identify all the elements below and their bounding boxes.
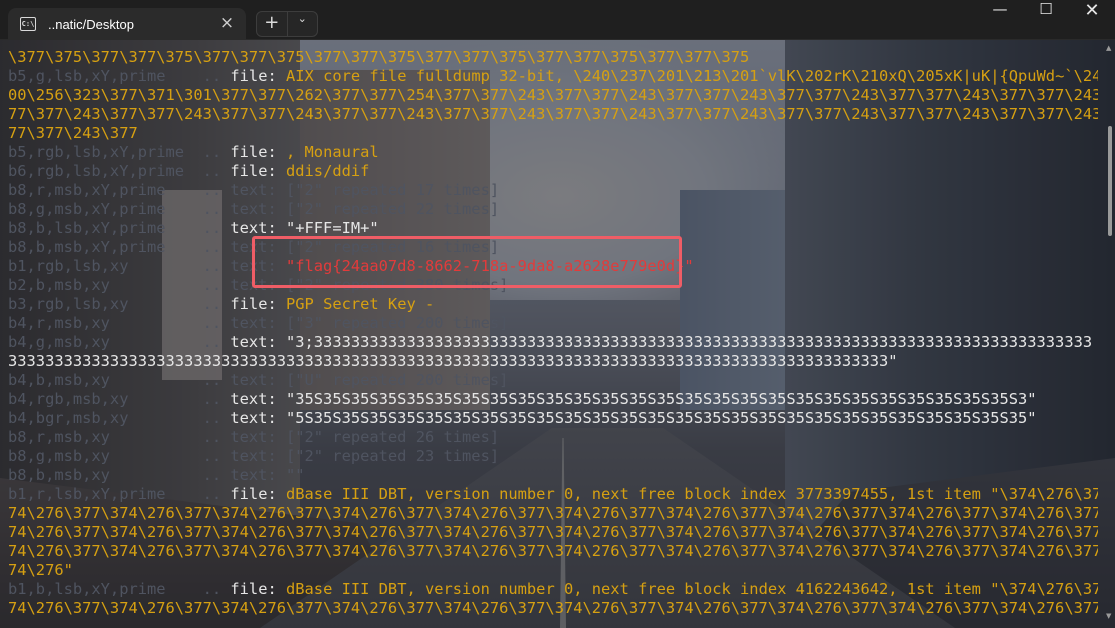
terminal-text-yl: 74\276" (8, 561, 73, 579)
terminal-line: 74\276\377\374\276\377\374\276\377\374\2… (8, 542, 1098, 561)
terminal-line: b5,rgb,lsb,xY,prime .. file: , Monaural (8, 143, 1098, 162)
terminal-line: 3333333333333333333333333333333333333333… (8, 352, 1098, 371)
maximize-button[interactable]: ☐ (1023, 0, 1069, 40)
terminal-text-yl: 74\276\377\374\276\377\374\276\377\374\2… (8, 523, 1098, 541)
tab-title: ..natic/Desktop (48, 16, 134, 32)
terminal-text-gy: b4,r,msb,xy .. text: ["3" repeated 200 t… (8, 314, 509, 332)
terminal-text-wh: file: (230, 485, 286, 503)
terminal-text-gy: b4,bgr,msb,xy .. (8, 409, 231, 427)
terminal-text-wh: file: (230, 143, 286, 161)
chevron-down-icon[interactable]: ⌄ (288, 12, 318, 36)
title-bar: C:\ ..natic/Desktop × + ⌄ — ☐ ✕ (0, 0, 1115, 40)
terminal-text-wh: file: (230, 67, 286, 85)
terminal-text-yl: 77\377\243\377 (8, 124, 138, 142)
terminal-text-yl: 74\276\377\374\276\377\374\276\377\374\2… (8, 599, 1098, 617)
new-tab-group: + ⌄ (256, 11, 318, 37)
flag-highlight-box (252, 236, 682, 288)
terminal-text-yl: 00\256\323\377\371\301\377\377\262\377\3… (8, 86, 1098, 104)
terminal-text-gy: b4,b,msb,xy .. text: ["U" repeated 200 t… (8, 371, 509, 389)
terminal-text-gy: b1,rgb,lsb,xy .. text: (8, 257, 286, 275)
terminal-line: b1,b,lsb,xY,prime .. file: dBase III DBT… (8, 580, 1098, 599)
terminal-line: b8,r,msb,xY,prime .. text: ["2" repeated… (8, 181, 1098, 200)
terminal-text-wh: 3333333333333333333333333333333333333333… (8, 352, 898, 370)
tab-close-icon[interactable]: × (218, 14, 236, 32)
terminal-line: 77\377\243\377\377\243\377\377\243\377\3… (8, 105, 1098, 124)
terminal-line: b4,b,msb,xy .. text: ["U" repeated 200 t… (8, 371, 1098, 390)
terminal-text-gy: b8,b,msb,xy .. text: "" (8, 466, 305, 484)
terminal-line: b1,r,lsb,xY,prime .. file: dBase III DBT… (8, 485, 1098, 504)
minimize-button[interactable]: — (977, 0, 1023, 40)
terminal-text-gy: b8,g,msb,xY,prime .. text: ["2" repeated… (8, 200, 500, 218)
terminal-text-wh: file: (230, 162, 286, 180)
terminal-text-wh: text: "35S35S35S35S35S35S35S35S35S35S35S… (230, 390, 1037, 408)
terminal-output[interactable]: \377\375\377\377\375\377\377\375\377\377… (8, 48, 1098, 628)
terminal-icon: C:\ (20, 17, 36, 31)
terminal-text-yl: dBase III DBT, version number 0, next fr… (286, 485, 1098, 503)
terminal-line: b4,g,msb,xy .. text: "3;3333333333333333… (8, 333, 1098, 352)
terminal-text-wh: text: "5S35S35S35S35S35S35S35S35S35S35S3… (230, 409, 1037, 427)
terminal-text-gy: b5,g,lsb,xY,prime .. (8, 67, 231, 85)
terminal-text-yl: ddis/ddif (286, 162, 370, 180)
terminal-line: 00\256\323\377\371\301\377\377\262\377\3… (8, 86, 1098, 105)
scroll-down-icon[interactable]: ▼ (1106, 612, 1114, 620)
terminal-text-gy: b5,rgb,lsb,xY,prime .. (8, 143, 231, 161)
new-tab-button[interactable]: + (257, 12, 287, 36)
terminal-text-gy: b4,g,msb,xy .. (8, 333, 231, 351)
terminal-text-gy: b8,r,msb,xY,prime .. text: ["2" repeated… (8, 181, 500, 199)
terminal-line: b8,r,msb,xy .. text: ["2" repeated 26 ti… (8, 428, 1098, 447)
terminal-text-yl: AIX core file fulldump 32-bit, \240\237\… (286, 67, 1098, 85)
terminal-text-yl: dBase III DBT, version number 0, next fr… (286, 580, 1098, 598)
terminal-line: b3,rgb,lsb,xy .. file: PGP Secret Key - (8, 295, 1098, 314)
scroll-thumb[interactable] (1108, 126, 1112, 236)
tab-desktop[interactable]: C:\ ..natic/Desktop × (8, 8, 246, 40)
terminal-text-yl: 77\377\243\377\377\243\377\377\243\377\3… (8, 105, 1098, 123)
scrollbar[interactable] (1108, 66, 1112, 496)
terminal-text-gy: b4,rgb,msb,xy .. (8, 390, 231, 408)
terminal-text-wh: text: "+FFF=IM+" (230, 219, 379, 237)
terminal-line: b4,rgb,msb,xy .. text: "35S35S35S35S35S3… (8, 390, 1098, 409)
terminal-line: 74\276\377\374\276\377\374\276\377\374\2… (8, 523, 1098, 542)
terminal-text-wh: file: (230, 580, 286, 598)
terminal-line: \377\375\377\377\375\377\377\375\377\377… (8, 48, 1098, 67)
terminal-text-gy: b8,g,msb,xy .. text: ["2" repeated 23 ti… (8, 447, 500, 465)
terminal-text-wh: text: "3;3333333333333333333333333333333… (230, 333, 1093, 351)
terminal-line: b5,g,lsb,xY,prime .. file: AIX core file… (8, 67, 1098, 86)
terminal-line: b8,g,msb,xY,prime .. text: ["2" repeated… (8, 200, 1098, 219)
terminal-text-yl: PGP Secret Key - (286, 295, 435, 313)
terminal-line: 74\276\377\374\276\377\374\276\377\374\2… (8, 504, 1098, 523)
terminal-text-gy: b3,rgb,lsb,xy .. (8, 295, 231, 313)
terminal-text-gy: b6,rgb,lsb,xY,prime .. (8, 162, 231, 180)
terminal-line: b6,rgb,lsb,xY,prime .. file: ddis/ddif (8, 162, 1098, 181)
terminal-line: b8,b,msb,xy .. text: "" (8, 466, 1098, 485)
terminal-window: C:\ ..natic/Desktop × + ⌄ — ☐ ✕ \377\375… (0, 0, 1115, 628)
terminal-line: b4,bgr,msb,xy .. text: "5S35S35S35S35S35… (8, 409, 1098, 428)
close-button[interactable]: ✕ (1069, 0, 1115, 40)
terminal-line: b8,g,msb,xy .. text: ["2" repeated 23 ti… (8, 447, 1098, 466)
terminal-text-wh: file: (230, 295, 286, 313)
terminal-text-gy: b8,r,msb,xy .. text: ["2" repeated 26 ti… (8, 428, 500, 446)
terminal-text-gy: b1,b,lsb,xY,prime .. (8, 580, 231, 598)
scroll-up-icon[interactable]: ▲ (1106, 44, 1114, 52)
terminal-text-yl: 74\276\377\374\276\377\374\276\377\374\2… (8, 504, 1098, 522)
terminal-text-gy: b8,b,lsb,xY,prime .. (8, 219, 231, 237)
terminal-line: 77\377\243\377 (8, 124, 1098, 143)
terminal-text-gy: b1,r,lsb,xY,prime .. (8, 485, 231, 503)
terminal-text-yl: , Monaural (286, 143, 379, 161)
terminal-text-yl: 74\276\377\374\276\377\374\276\377\374\2… (8, 542, 1098, 560)
terminal-line: b4,r,msb,xy .. text: ["3" repeated 200 t… (8, 314, 1098, 333)
terminal-line: 74\276" (8, 561, 1098, 580)
terminal-text-yl: \377\375\377\377\375\377\377\375\377\377… (8, 48, 750, 66)
terminal-line: 74\276\377\374\276\377\374\276\377\374\2… (8, 599, 1098, 618)
